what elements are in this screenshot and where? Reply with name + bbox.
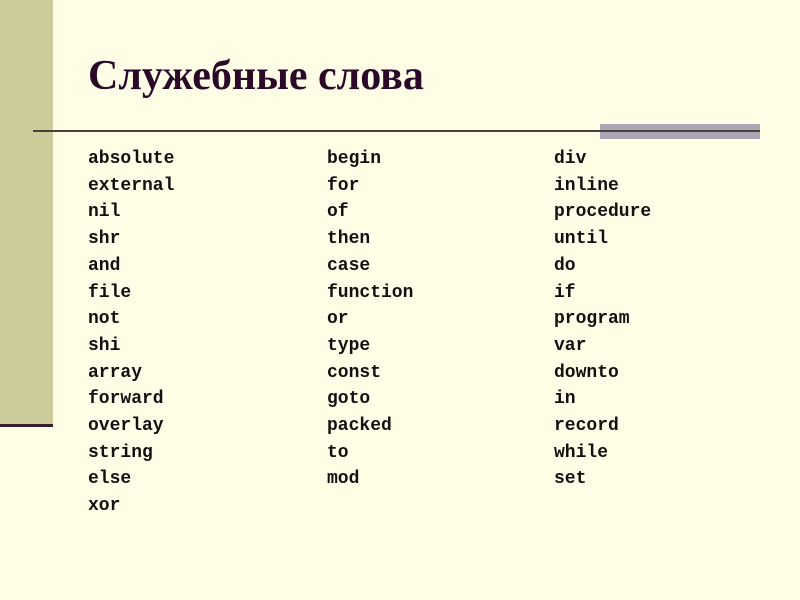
title-divider (33, 130, 760, 132)
keyword-item: of (327, 202, 349, 223)
keyword-item: div (554, 149, 587, 169)
slide-title: Служебные слова (88, 53, 424, 99)
keyword-item: xor (88, 496, 121, 517)
keyword-item: case (327, 255, 371, 276)
keyword-item: string (88, 442, 153, 463)
sidebar-decoration (0, 0, 53, 424)
keyword-column-1: absolute external nil shr and file not shi array… (88, 146, 174, 520)
keyword-item: begin (327, 149, 382, 169)
keyword-item: const (327, 362, 382, 383)
keyword-item: overlay (88, 416, 164, 437)
keyword-item: nil (88, 202, 121, 223)
keyword-item: function (327, 282, 414, 303)
keyword-item: if (554, 282, 576, 303)
keyword-item: packed (327, 416, 392, 437)
keyword-item: to (327, 442, 349, 463)
sidebar-accent-line (0, 424, 53, 427)
keyword-column-3: div inline procedure until do if program var dow… (554, 146, 651, 493)
keyword-item: for (327, 175, 360, 196)
keyword-item: else (88, 469, 132, 490)
keyword-item: mod (327, 469, 360, 490)
keyword-item: program (554, 309, 630, 330)
keyword-item: external (88, 175, 175, 196)
keyword-item: goto (327, 389, 371, 410)
keyword-item: procedure (554, 202, 652, 223)
keyword-item: file (88, 282, 132, 303)
keyword-item: do (554, 255, 576, 276)
keyword-item: shi (88, 335, 121, 356)
keyword-item: array (88, 362, 143, 383)
keyword-item: then (327, 229, 371, 250)
keyword-item: record (554, 416, 619, 437)
keyword-item: forward (88, 389, 164, 410)
keyword-item: shr (88, 229, 121, 250)
keyword-item: var (554, 335, 587, 356)
keyword-item: or (327, 309, 349, 330)
keyword-item: in (554, 389, 576, 410)
keyword-item: inline (554, 175, 619, 196)
keyword-item: not (88, 309, 121, 330)
keyword-item: type (327, 335, 371, 356)
keyword-item: set (554, 469, 587, 490)
keyword-item: downto (554, 362, 619, 383)
keyword-item: absolute (88, 149, 175, 169)
keyword-column-2: begin for of then case function or type const got… (327, 146, 413, 493)
keyword-item: while (554, 442, 609, 463)
keyword-item: until (554, 229, 609, 250)
keyword-item: and (88, 255, 121, 276)
